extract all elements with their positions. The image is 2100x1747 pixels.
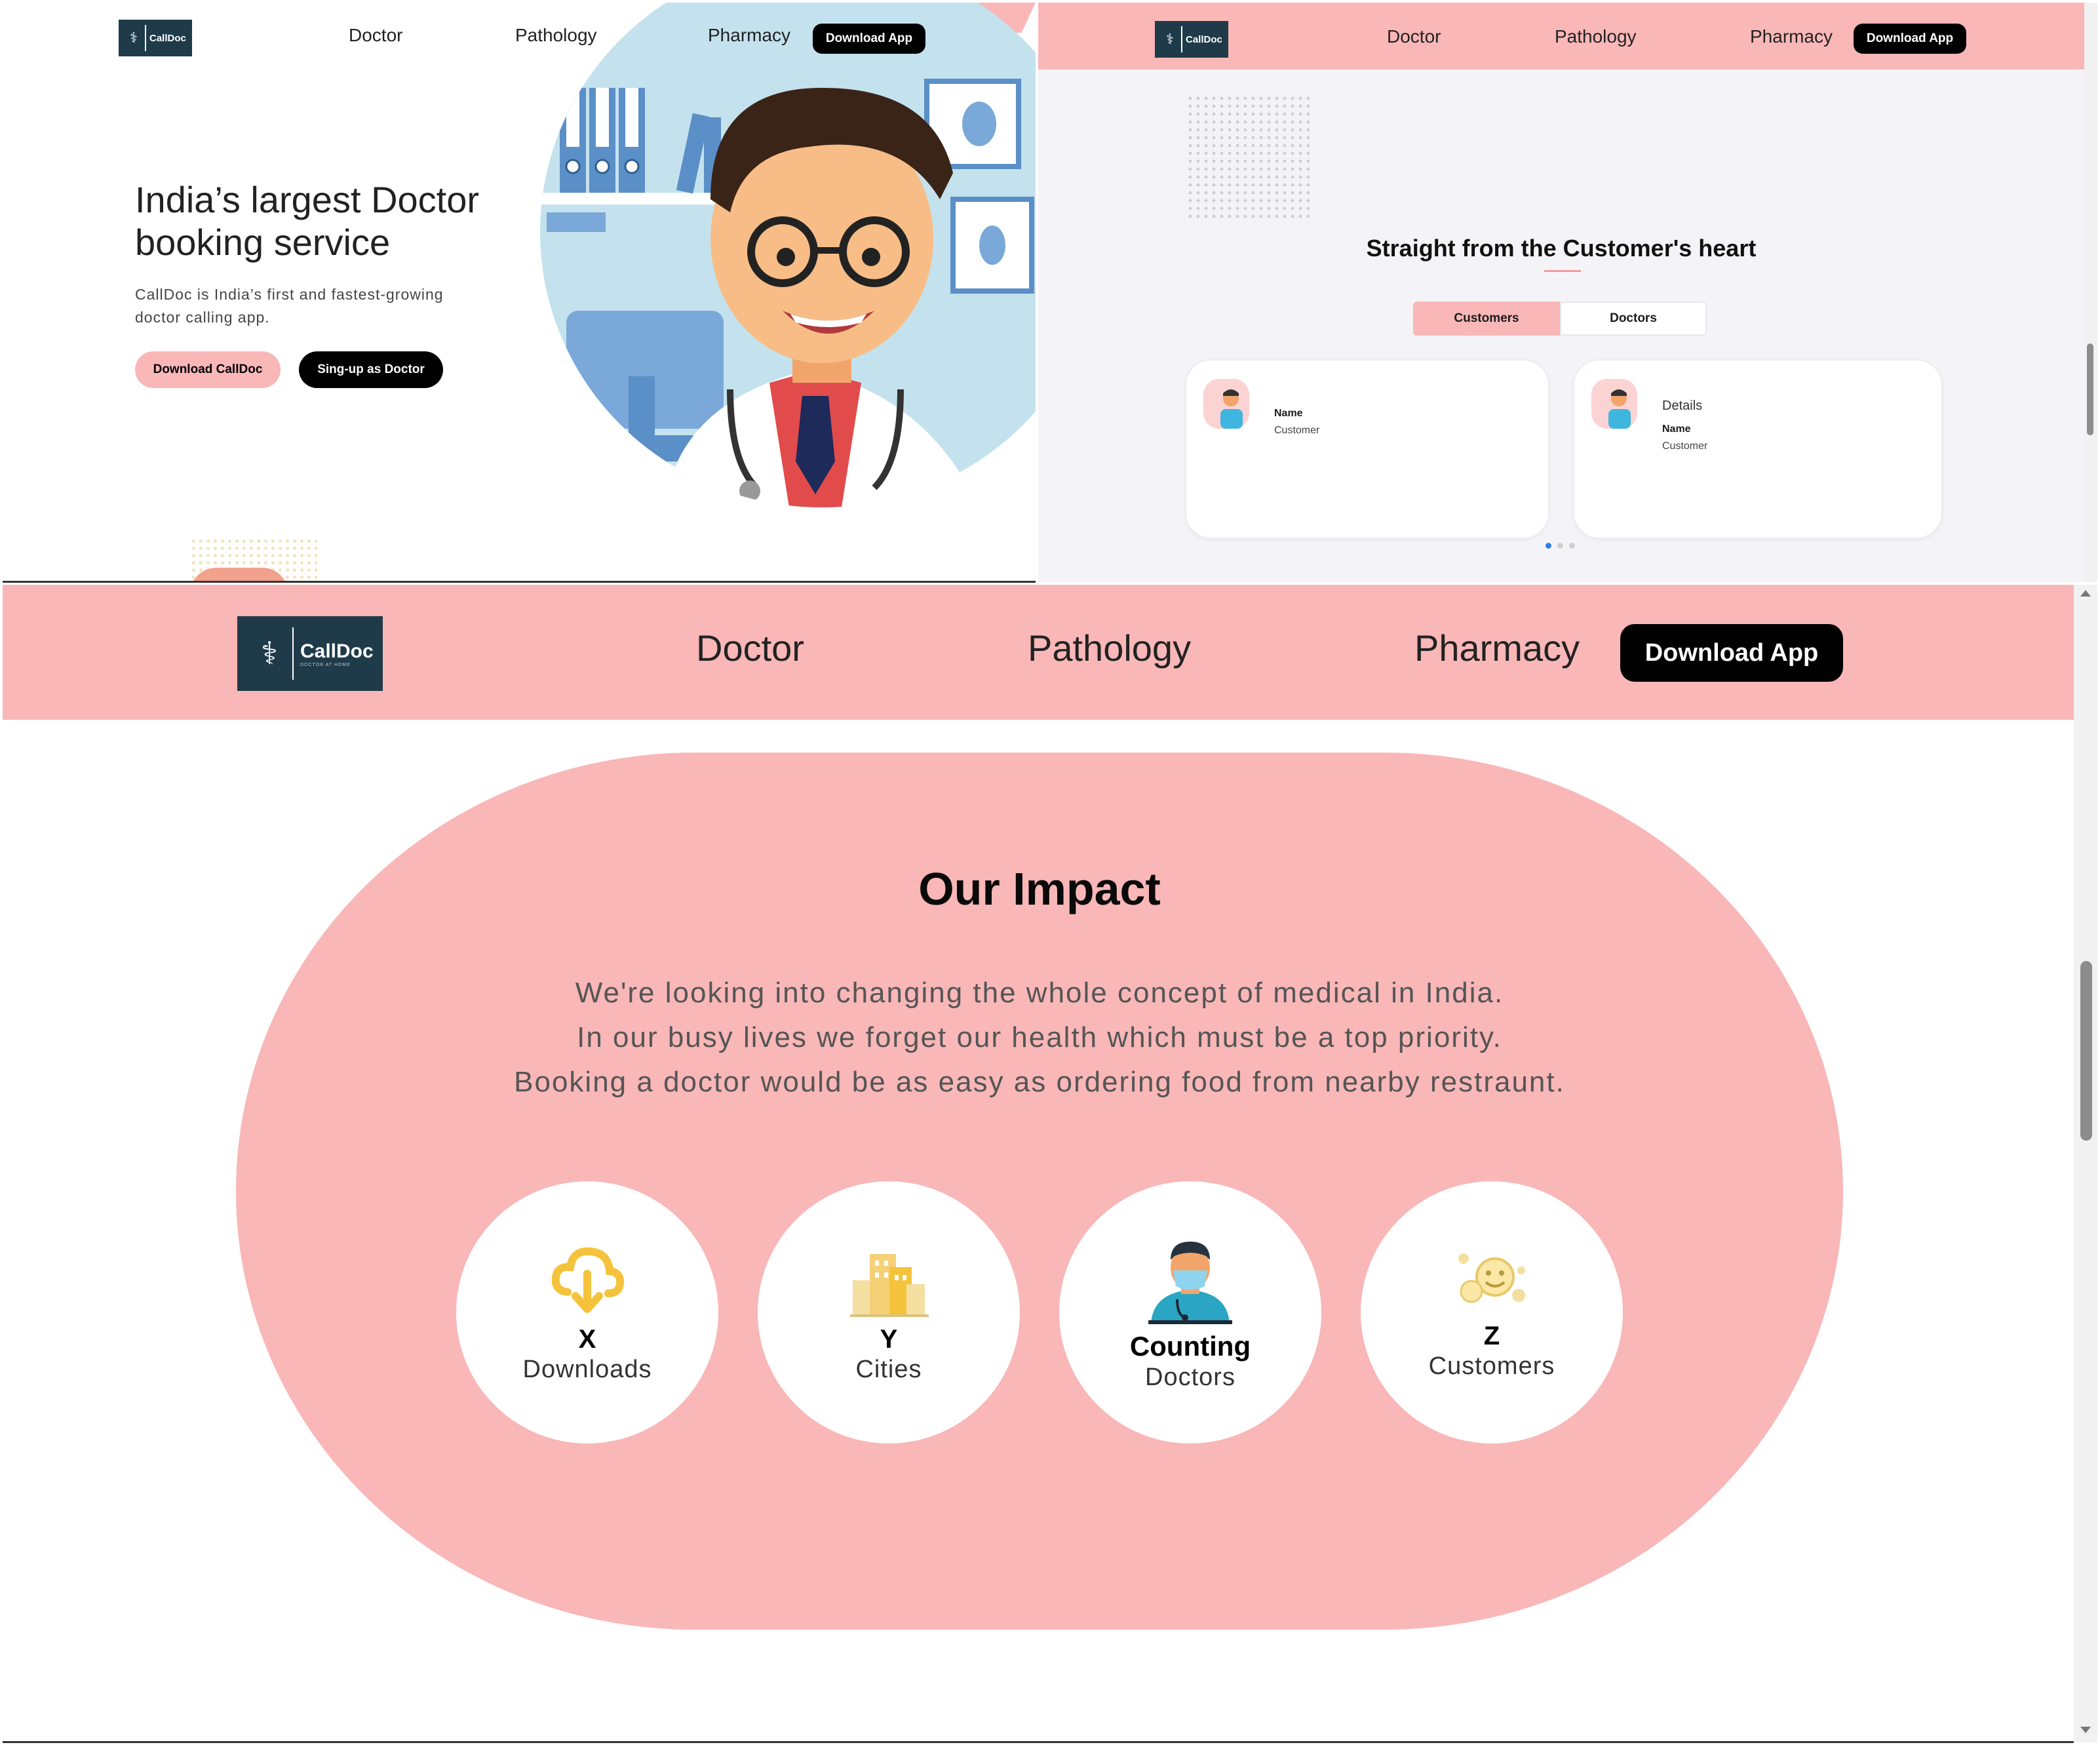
nav-doctor[interactable]: Doctor [1387,26,1441,47]
download-app-button[interactable]: Download App [813,24,925,54]
brand-logo[interactable]: ⚕ CallDoc [119,20,192,56]
reviewer-name: Name [1662,423,1691,435]
brand-name: CallDoc [300,640,374,662]
download-app-button[interactable]: Download App [1854,24,1966,54]
stat-value: Y [880,1325,898,1354]
testimonial-card: Details Name Customer [1573,359,1943,539]
hero-desc-line1: CallDoc is India’s first and fastest-gro… [135,286,444,303]
impact-text-line3: Booking a doctor would be as easy as ord… [514,1066,1565,1098]
brand-logo[interactable]: ⚕ CallDoc DOCTOR AT HOME [237,616,383,691]
signup-doctor-button[interactable]: Sing-up as Doctor [299,351,443,388]
panel-divider-bottom [3,1741,2074,1743]
scroll-down-arrow-icon[interactable] [2080,1727,2091,1733]
scrollbar-thumb[interactable] [2080,961,2092,1141]
stat-label: Cities [855,1356,922,1383]
nav-pathology[interactable]: Pathology [515,25,597,46]
stat-cities: Y Cities [758,1181,1020,1443]
stat-value: Z [1483,1322,1500,1350]
avatar [1591,379,1637,429]
stat-customers: Z Customers [1361,1181,1623,1443]
panel-divider-bottom [3,581,1036,583]
scroll-up-arrow-icon[interactable] [2080,590,2091,597]
stat-doctors: Counting Doctors [1059,1181,1321,1443]
stat-value: X [578,1325,596,1354]
nav-pharmacy[interactable]: Pharmacy [1750,26,1833,47]
nav-doctor[interactable]: Doctor [696,627,804,669]
stat-label: Customers [1428,1352,1555,1380]
hero-title-line2: booking service [135,222,391,263]
stat-downloads: X Downloads [456,1181,718,1443]
download-app-button[interactable]: Download App [1620,624,1843,682]
nav-doctor[interactable]: Doctor [349,25,402,46]
carousel-dot-active[interactable] [1546,543,1551,549]
download-calldoc-button[interactable]: Download CallDoc [135,351,281,388]
testimonials-heading: Straight from the Customer's heart [1366,235,1757,262]
reviewer-details: Details [1662,399,1703,413]
hero-title-line1: India’s largest Doctor [135,179,479,220]
tab-doctors[interactable]: Doctors [1560,302,1707,336]
impact-heading: Our Impact [918,863,1161,914]
city-buildings-icon [850,1254,929,1317]
doctor-icon [1148,1241,1232,1324]
decorative-dots [1186,94,1315,223]
stethoscope-icon: ⚕ [246,627,294,680]
stat-label: Downloads [522,1356,652,1383]
scrollbar-track[interactable] [2084,3,2097,582]
testimonial-card: Name Customer [1185,359,1549,539]
cloud-download-icon [551,1247,625,1313]
brand-tagline: DOCTOR AT HOME [300,662,351,667]
heading-underline [1544,270,1581,272]
nav-pathology[interactable]: Pathology [1555,26,1637,47]
impact-text-line1: We're looking into changing the whole co… [575,977,1504,1009]
nav-pathology[interactable]: Pathology [1028,627,1191,669]
stat-value: Counting [1129,1330,1251,1362]
hero-screenshot: ⚕ CallDoc Doctor Pathology Pharmacy Down… [3,3,1036,582]
impact-text-line2: In our busy lives we forget our health w… [577,1021,1502,1053]
stethoscope-icon: ⚕ [1159,26,1182,52]
brand-name: CallDoc [1186,33,1222,45]
reviewer-name: Name [1274,408,1303,419]
scrollbar-thumb[interactable] [2087,344,2093,435]
brand-name: CallDoc [149,32,186,44]
decorative-half-circle [190,568,288,582]
stethoscope-icon: ⚕ [123,25,146,51]
brand-logo[interactable]: ⚕ CallDoc [1155,21,1228,58]
doctor-illustration [534,3,1036,507]
carousel-dot[interactable] [1557,543,1563,549]
testimonials-screenshot: ⚕ CallDoc Doctor Pathology Pharmacy Down… [1038,3,2097,582]
nav-pharmacy[interactable]: Pharmacy [708,25,790,46]
nav-pharmacy[interactable]: Pharmacy [1414,627,1580,669]
tab-customers[interactable]: Customers [1413,302,1560,336]
avatar [1203,379,1249,429]
reviewer-role: Customer [1662,441,1708,452]
scrollbar-track[interactable] [2074,585,2097,1742]
impact-screenshot: ⚕ CallDoc DOCTOR AT HOME Doctor Patholog… [3,585,2097,1742]
hero-desc-line2: doctor calling app. [135,309,270,326]
reviewer-role: Customer [1274,425,1320,436]
stat-label: Doctors [1145,1363,1235,1391]
carousel-dot[interactable] [1569,543,1575,549]
happy-faces-icon [1458,1253,1525,1303]
